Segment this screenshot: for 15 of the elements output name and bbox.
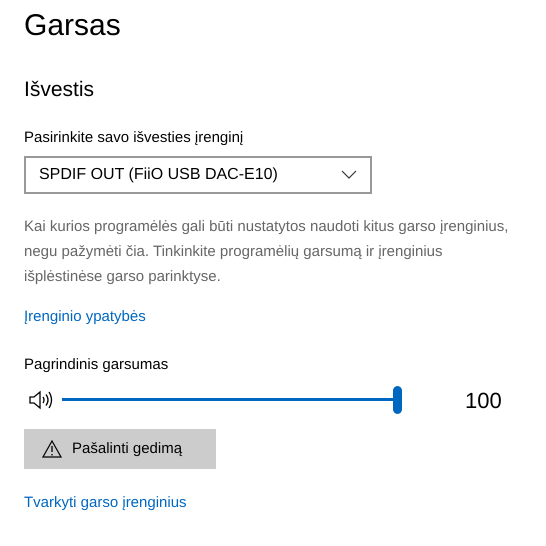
device-dropdown[interactable]: SPDIF OUT (FiiO USB DAC-E10) (24, 156, 372, 194)
field-label: Pasirinkite savo išvesties įrenginį (24, 128, 244, 148)
volume-value: 100 (465, 386, 502, 414)
slider-thumb[interactable] (393, 386, 402, 414)
manage-devices-link[interactable]: Tvarkyti garso įrenginius (24, 493, 187, 513)
warning-icon (42, 440, 62, 458)
speaker-icon (28, 390, 54, 410)
troubleshoot-button[interactable]: Pašalinti gedimą (24, 429, 216, 469)
chevron-down-icon (341, 170, 357, 180)
volume-label: Pagrindinis garsumas (24, 355, 170, 375)
page-title: Garsas (24, 8, 122, 44)
volume-slider[interactable] (62, 385, 402, 415)
section-title: Išvestis (24, 77, 96, 103)
description-text: Kai kurios programėlės gali būti nustatytos naudoti kitus garso įrenginius, negu pažymėti čia. Tinkinkite programėlių garsumą ir įrenginius išplėstinėse garso parinktyse. (24, 217, 510, 287)
device-properties-link[interactable]: Įrenginio ypatybės (24, 307, 146, 327)
